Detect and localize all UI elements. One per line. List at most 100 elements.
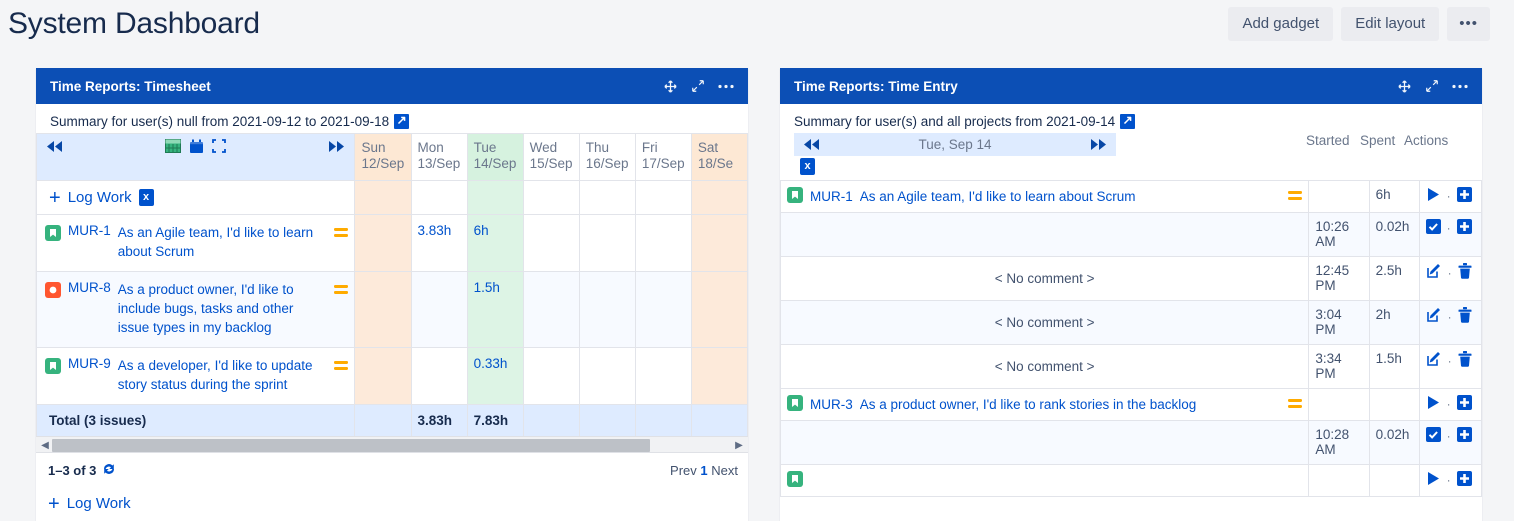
timesheet-summary: Summary for user(s) null from 2021-09-12… <box>36 104 748 133</box>
actions-cell: · <box>1419 181 1481 213</box>
scroll-right-icon[interactable]: ▶ <box>732 439 746 452</box>
separator-dot: · <box>1447 189 1451 203</box>
story-icon <box>45 225 61 244</box>
priority-medium-icon <box>334 283 348 298</box>
issue-key[interactable]: MUR-8 <box>68 280 111 295</box>
prev-week-icon[interactable] <box>45 140 64 153</box>
excel-export-icon[interactable] <box>139 189 154 206</box>
move-icon[interactable] <box>663 79 678 94</box>
time-entry-nav-wrap: Tue, Sep 14 Started Spent Actions <box>780 133 1482 180</box>
prev-page-button[interactable]: Prev <box>670 463 697 478</box>
actions-cell: · <box>1419 465 1481 497</box>
week-view-icon[interactable] <box>165 139 181 153</box>
add-worklog-icon[interactable] <box>1457 471 1472 489</box>
timesheet-date-nav <box>37 134 354 158</box>
day-date: 15/Sep <box>530 156 573 172</box>
next-page-button[interactable]: Next <box>711 463 738 478</box>
prev-day-icon[interactable] <box>802 138 821 151</box>
next-week-icon[interactable] <box>327 140 346 153</box>
day-name: Thu <box>586 140 629 156</box>
hours-cell <box>635 272 691 348</box>
dashboard-page: System Dashboard Add gadget Edit layout … <box>0 0 1514 521</box>
hours-cell <box>411 272 467 348</box>
table-row: < No comment > 12:45 PM 2.5h · <box>781 257 1482 301</box>
add-gadget-button[interactable]: Add gadget <box>1228 7 1333 41</box>
day-date: 18/Se <box>698 156 741 172</box>
day-header-1: Mon 13/Sep <box>411 134 467 181</box>
fullscreen-icon[interactable] <box>212 139 226 153</box>
issue-key[interactable]: MUR-9 <box>68 356 111 371</box>
header-actions: Add gadget Edit layout ••• <box>1228 7 1490 41</box>
gadget-timesheet: Time Reports: Timesheet S <box>36 68 748 521</box>
add-worklog-icon[interactable] <box>1457 187 1472 205</box>
delete-icon[interactable] <box>1458 351 1472 370</box>
confirm-icon[interactable] <box>1426 219 1441 237</box>
hours-cell <box>579 272 635 348</box>
issue-summary[interactable]: As an Agile team, I'd like to learn abou… <box>860 187 1282 206</box>
issue-key[interactable]: MUR-1 <box>810 189 853 204</box>
issue-summary[interactable]: As a product owner, I'd like to include … <box>118 280 328 337</box>
total-cell <box>635 405 691 437</box>
issue-summary[interactable]: As an Agile team, I'd like to learn abou… <box>118 223 328 261</box>
scrollbar-thumb[interactable] <box>52 439 650 452</box>
spacer-cell <box>523 181 579 215</box>
confirm-icon[interactable] <box>1426 427 1441 445</box>
started-cell: 3:04 PM <box>1309 301 1369 345</box>
issue-key[interactable]: MUR-1 <box>68 223 111 238</box>
day-date: 13/Sep <box>418 156 461 172</box>
start-timer-icon[interactable] <box>1426 187 1441 205</box>
hours-cell <box>523 272 579 348</box>
timesheet-nav-row: Sun 12/Sep Mon 13/Sep Tue 14/Sep Wed 15/… <box>37 134 748 181</box>
start-timer-icon[interactable] <box>1426 395 1441 413</box>
start-timer-icon[interactable] <box>1426 471 1441 489</box>
edit-icon[interactable] <box>1426 307 1442 326</box>
hours-cell <box>635 348 691 405</box>
story-icon <box>787 395 803 414</box>
delete-icon[interactable] <box>1458 307 1472 326</box>
spacer-cell <box>579 181 635 215</box>
issue-summary[interactable]: As a developer, I'd like to update story… <box>118 356 328 394</box>
hours-cell <box>355 215 411 272</box>
excel-export-icon[interactable] <box>800 158 815 175</box>
add-worklog-icon[interactable] <box>1457 427 1472 445</box>
external-link-icon[interactable] <box>394 114 409 129</box>
timesheet-nav-cell <box>37 134 355 181</box>
comment-cell <box>781 421 1309 465</box>
edit-icon[interactable] <box>1426 351 1442 370</box>
hours-cell: 0.33h <box>467 348 523 405</box>
total-label: Total (3 issues) <box>37 405 355 437</box>
top-bar: System Dashboard Add gadget Edit layout … <box>0 0 1514 52</box>
gadget-timesheet-body: Summary for user(s) null from 2021-09-12… <box>36 104 748 520</box>
expand-icon[interactable] <box>1425 79 1439 93</box>
gadget-menu-icon[interactable] <box>1452 84 1468 89</box>
gadget-timesheet-title: Time Reports: Timesheet <box>50 79 663 94</box>
next-day-icon[interactable] <box>1089 138 1108 151</box>
table-row: MUR-1 As an Agile team, I'd like to lear… <box>37 215 748 272</box>
separator-dot: · <box>1447 221 1451 235</box>
issue-summary[interactable]: As a product owner, I'd like to rank sto… <box>860 395 1282 414</box>
edit-layout-button[interactable]: Edit layout <box>1341 7 1439 41</box>
actions-cell: · <box>1419 301 1481 345</box>
refresh-icon[interactable] <box>101 461 117 479</box>
time-entry-table: MUR-1 As an Agile team, I'd like to lear… <box>780 180 1482 497</box>
day-header-4: Thu 16/Sep <box>579 134 635 181</box>
add-worklog-icon[interactable] <box>1457 219 1472 237</box>
edit-icon[interactable] <box>1426 263 1442 282</box>
issue-cell: MUR-8 As a product owner, I'd like to in… <box>37 272 355 348</box>
add-worklog-icon[interactable] <box>1457 395 1472 413</box>
hours-cell <box>411 348 467 405</box>
issue-key[interactable]: MUR-3 <box>810 397 853 412</box>
log-work-button-top[interactable]: + Log Work <box>37 181 354 214</box>
external-link-icon[interactable] <box>1120 114 1135 129</box>
horizontal-scrollbar[interactable]: ◀ ▶ <box>36 436 748 453</box>
delete-icon[interactable] <box>1458 263 1472 282</box>
move-icon[interactable] <box>1397 79 1412 94</box>
spent-cell: 1.5h <box>1369 345 1419 389</box>
log-work-button-bottom[interactable]: + Log Work <box>36 479 748 520</box>
more-actions-button[interactable]: ••• <box>1447 7 1490 41</box>
gadget-menu-icon[interactable] <box>718 84 734 89</box>
scroll-left-icon[interactable]: ◀ <box>38 439 52 452</box>
calendar-icon[interactable] <box>189 139 204 154</box>
log-work-cell: + Log Work <box>37 181 355 215</box>
expand-icon[interactable] <box>691 79 705 93</box>
